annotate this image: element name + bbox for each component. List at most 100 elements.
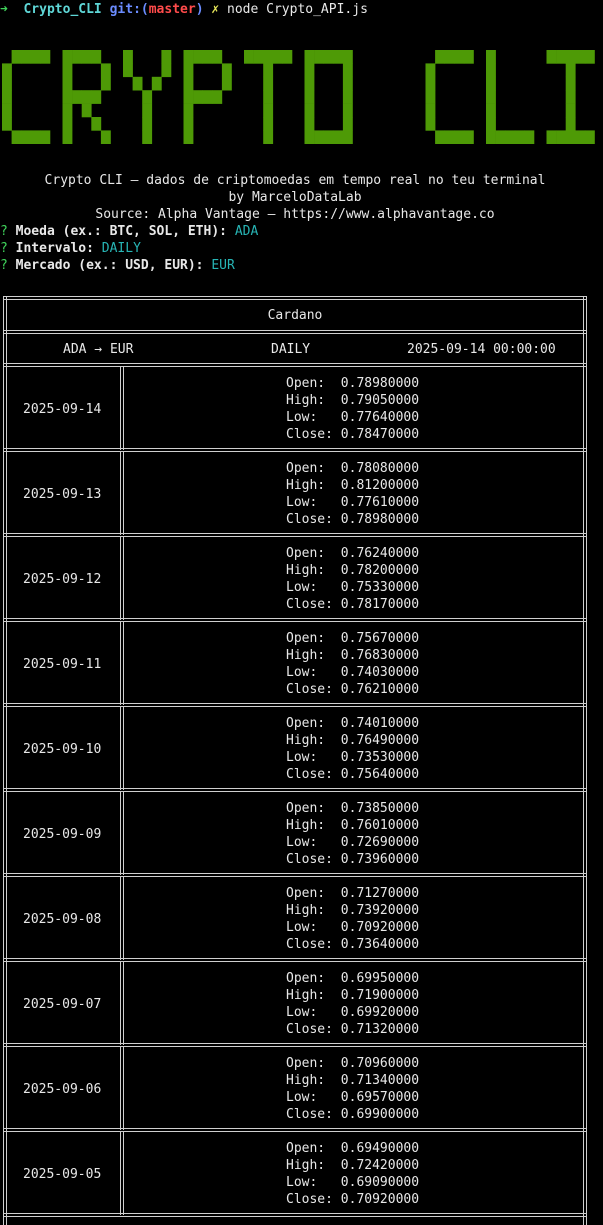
open-label: Open: — [286, 631, 341, 646]
header-divider — [3, 363, 587, 367]
row-date: 2025-09-08 — [23, 912, 102, 927]
date-column-border-inner — [123, 792, 124, 875]
ohlc-open: Open: 0.78080000 — [286, 460, 419, 477]
close-label: Close: — [286, 767, 341, 782]
command-text: node Crypto_API.js — [227, 2, 368, 17]
table-top-border — [3, 296, 587, 300]
close-value: 0.76210000 — [340, 682, 420, 697]
close-label: Close: — [286, 937, 341, 952]
row-divider — [3, 618, 587, 622]
high-label: High: — [286, 648, 341, 663]
date-column-border — [120, 792, 121, 875]
high-label: High: — [286, 818, 341, 833]
question-mark-icon: ? — [0, 241, 8, 256]
low-label: Low: — [286, 410, 341, 425]
close-label: Close: — [286, 1022, 341, 1037]
date-column-border-inner — [123, 1132, 124, 1215]
date-column-border-inner — [123, 962, 124, 1045]
prompt-question: ? Intervalo: DAILY — [0, 240, 141, 257]
prompt-arrow-icon: ➜ — [0, 2, 8, 17]
git-label-close: ) — [195, 2, 204, 17]
date-column-border — [120, 622, 121, 705]
row-date: 2025-09-11 — [23, 657, 102, 672]
high-value: 0.79050000 — [340, 393, 420, 408]
open-label: Open: — [286, 546, 341, 561]
row-date: 2025-09-07 — [23, 997, 102, 1012]
open-label: Open: — [286, 886, 341, 901]
open-value: 0.76240000 — [340, 546, 420, 561]
ohlc-table: Cardano ADA → EUR DAILY 2025-09-14 00:00:00… — [3, 296, 587, 1225]
low-label: Low: — [286, 580, 341, 595]
close-label: Close: — [286, 1107, 341, 1122]
dirty-mark-icon: ✗ — [211, 2, 220, 17]
ohlc-close: Close: 0.73640000 — [286, 936, 419, 953]
high-label: High: — [286, 1073, 341, 1088]
ohlc-close: Close: 0.78980000 — [286, 511, 419, 528]
row-date: 2025-09-14 — [23, 402, 102, 417]
ohlc-close: Close: 0.75640000 — [286, 766, 419, 783]
date-column-border-inner — [123, 1047, 124, 1130]
low-label: Low: — [286, 1005, 341, 1020]
ohlc-open: Open: 0.76240000 — [286, 545, 419, 562]
ohlc-low: Low: 0.69920000 — [286, 1004, 419, 1021]
low-label: Low: — [286, 1090, 341, 1105]
title-divider — [3, 330, 587, 334]
source-line: Source: Alpha Vantage — https://www.alph… — [95, 207, 495, 222]
author-line: by MarceloDataLab — [228, 190, 362, 205]
high-label: High: — [286, 903, 341, 918]
crypto-cli-banner — [2, 50, 595, 144]
high-value: 0.71900000 — [340, 988, 420, 1003]
close-value: 0.73960000 — [340, 852, 420, 867]
current-directory: Crypto_CLI — [23, 2, 102, 17]
row-divider — [3, 958, 587, 962]
ohlc-high: High: 0.76010000 — [286, 817, 419, 834]
git-branch: master — [148, 2, 196, 17]
ohlc-open: Open: 0.78980000 — [286, 375, 419, 392]
high-value: 0.76490000 — [340, 733, 420, 748]
table-border-right — [586, 296, 587, 1225]
row-divider — [3, 533, 587, 537]
low-value: 0.72690000 — [340, 835, 420, 850]
row-divider — [3, 448, 587, 452]
shell-prompt: ➜ Crypto_CLI git:(master) ✗ node Crypto_… — [0, 1, 368, 18]
interval-label: DAILY — [271, 342, 311, 357]
ohlc-high: High: 0.78200000 — [286, 562, 419, 579]
date-column-border-inner — [123, 707, 124, 790]
ohlc-high: High: 0.73920000 — [286, 902, 419, 919]
ohlc-open: Open: 0.69950000 — [286, 970, 419, 987]
row-divider — [3, 1043, 587, 1047]
ohlc-high: High: 0.72420000 — [286, 1157, 419, 1174]
date-column-border-inner — [123, 367, 124, 450]
open-label: Open: — [286, 716, 341, 731]
question-label: Intervalo: — [15, 241, 94, 256]
date-column-border-inner — [123, 452, 124, 535]
ohlc-low: Low: 0.77640000 — [286, 409, 419, 426]
low-value: 0.77640000 — [340, 410, 420, 425]
open-value: 0.71270000 — [340, 886, 420, 901]
row-divider — [3, 1213, 587, 1217]
open-value: 0.69950000 — [340, 971, 420, 986]
row-date: 2025-09-12 — [23, 572, 102, 587]
low-label: Low: — [286, 920, 341, 935]
date-column-border-inner — [123, 622, 124, 705]
table-title: Cardano — [267, 308, 323, 323]
high-label: High: — [286, 1158, 341, 1173]
open-label: Open: — [286, 376, 341, 391]
question-answer: EUR — [211, 258, 235, 273]
ohlc-open: Open: 0.70960000 — [286, 1055, 419, 1072]
ohlc-low: Low: 0.75330000 — [286, 579, 419, 596]
ohlc-low: Low: 0.69570000 — [286, 1089, 419, 1106]
ohlc-open: Open: 0.73850000 — [286, 800, 419, 817]
open-label: Open: — [286, 1056, 341, 1071]
open-value: 0.70960000 — [340, 1056, 420, 1071]
open-value: 0.78080000 — [340, 461, 420, 476]
question-label: Moeda (ex.: BTC, SOL, ETH): — [15, 224, 227, 239]
table-border-left-inner — [6, 296, 7, 1225]
open-label: Open: — [286, 801, 341, 816]
high-value: 0.78200000 — [340, 563, 420, 578]
question-mark-icon: ? — [0, 224, 8, 239]
low-label: Low: — [286, 1175, 341, 1190]
date-column-border — [120, 962, 121, 1045]
close-value: 0.69900000 — [340, 1107, 420, 1122]
ohlc-close: Close: 0.78170000 — [286, 596, 419, 613]
